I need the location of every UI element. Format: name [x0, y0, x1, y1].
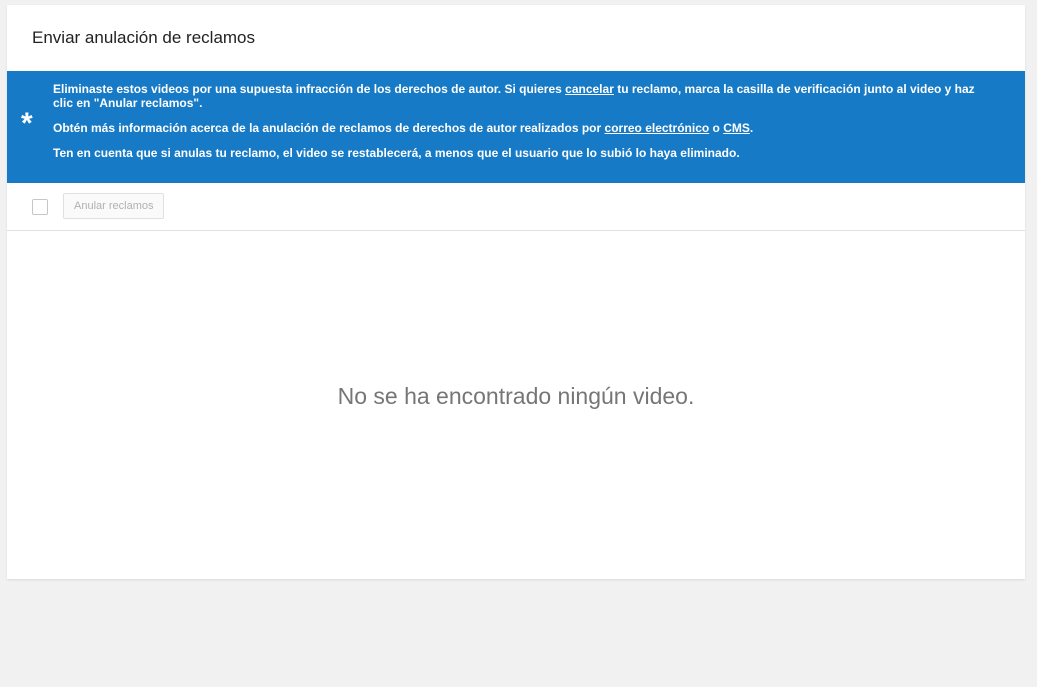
banner-line-3: Ten en cuenta que si anulas tu reclamo, …	[53, 146, 740, 160]
asterisk-icon: *	[21, 107, 33, 140]
anular-reclamos-button[interactable]: Anular reclamos	[63, 193, 165, 219]
empty-state: No se ha encontrado ningún video.	[7, 231, 1025, 579]
empty-message: No se ha encontrado ningún video.	[337, 382, 695, 409]
page-title: Enviar anulación de reclamos	[32, 28, 256, 47]
email-link[interactable]: correo electrónico	[605, 121, 710, 135]
toolbar: Anular reclamos	[7, 183, 1025, 231]
banner-line-1: Eliminaste estos videos por una supuesta…	[53, 82, 975, 110]
cancel-link[interactable]: cancelar	[565, 82, 614, 96]
card-header: Enviar anulación de reclamos	[7, 5, 1025, 71]
info-banner: * Eliminaste estos videos por una supues…	[7, 71, 1025, 183]
select-all-checkbox[interactable]	[32, 199, 48, 215]
banner-text: Eliminaste estos videos por una supuesta…	[53, 82, 978, 171]
cms-link[interactable]: CMS	[723, 121, 750, 135]
banner-line-2: Obtén más información acerca de la anula…	[53, 121, 754, 135]
claims-card: Enviar anulación de reclamos * Eliminast…	[7, 5, 1025, 579]
